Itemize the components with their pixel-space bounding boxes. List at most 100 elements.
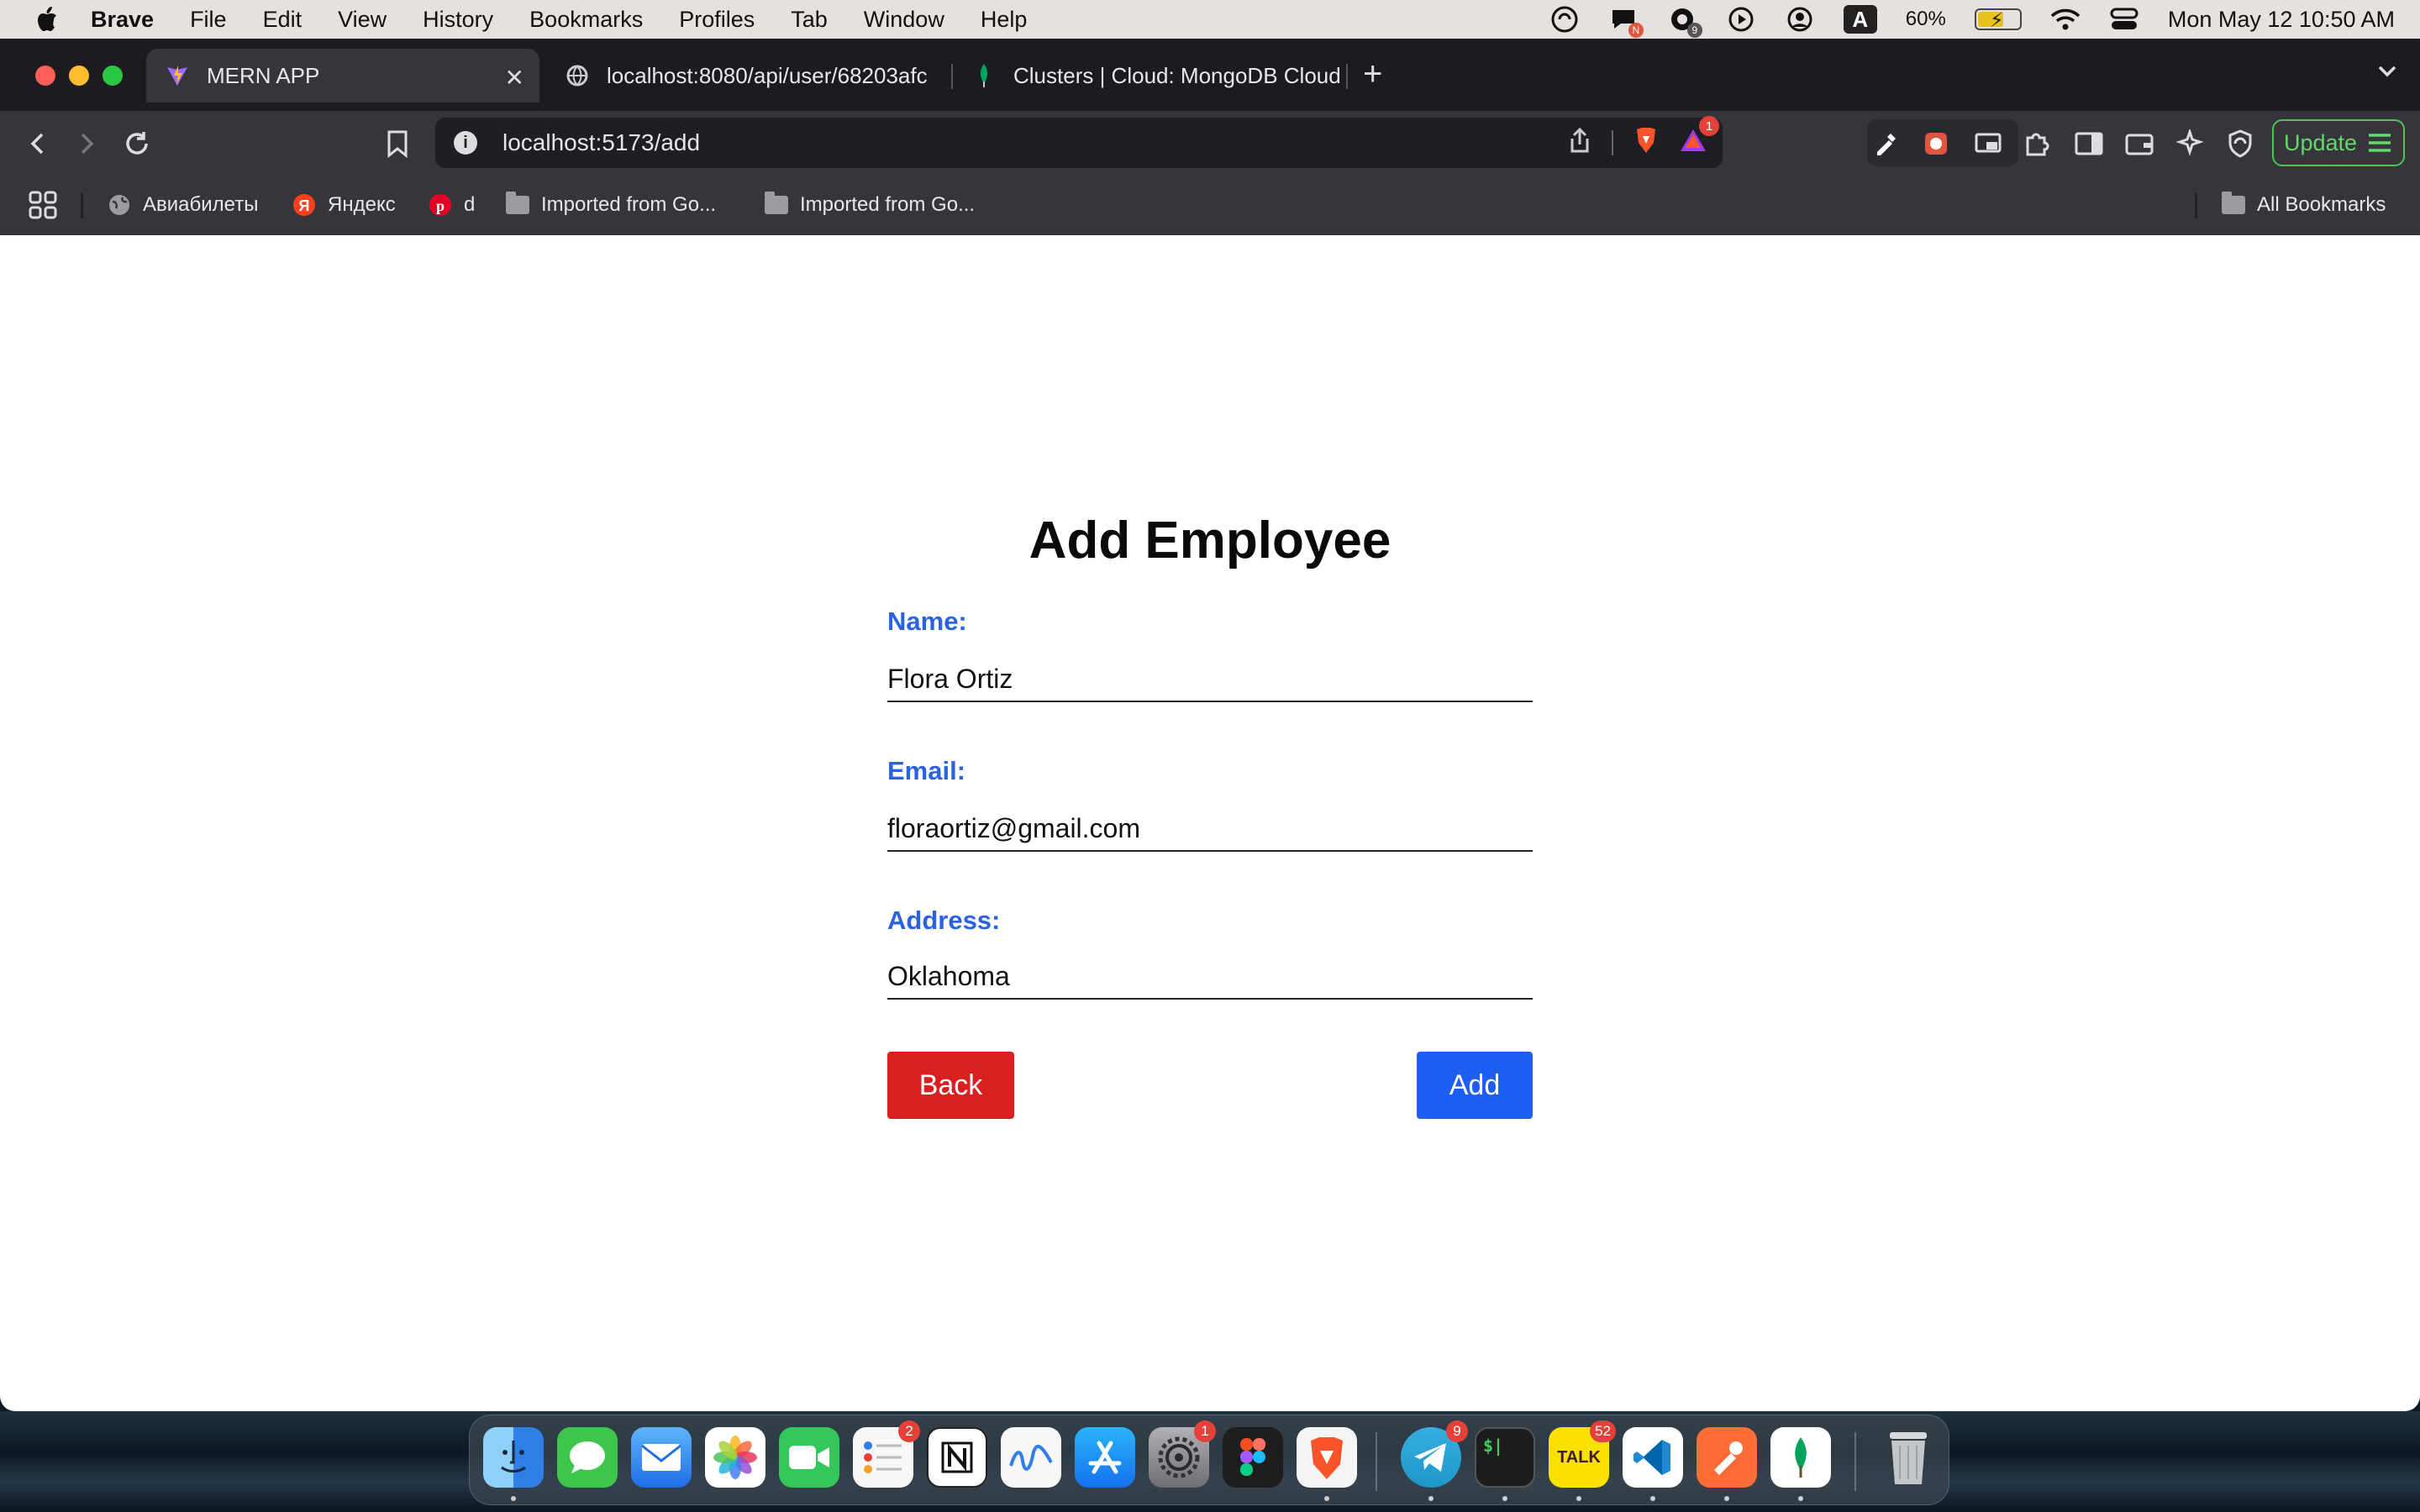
app-store-icon[interactable]	[1075, 1427, 1135, 1488]
finder-icon[interactable]	[483, 1427, 544, 1488]
apple-icon[interactable]	[30, 3, 62, 35]
tab-list-chevron-icon[interactable]	[2375, 59, 2400, 84]
all-bookmarks[interactable]: All Bookmarks	[2222, 190, 2386, 220]
telegram-icon[interactable]: 9	[1401, 1420, 1468, 1488]
name-input[interactable]	[887, 657, 1533, 702]
apps-grid-icon[interactable]	[29, 190, 57, 220]
settings-icon[interactable]: 1	[1149, 1420, 1216, 1488]
bookmark-pinterest[interactable]: p d	[429, 190, 475, 220]
kakaotalk-icon[interactable]: TALK 52	[1549, 1420, 1616, 1488]
copilot-icon[interactable]	[1549, 4, 1580, 34]
user-icon[interactable]	[1785, 4, 1815, 34]
mongodb-icon[interactable]	[1770, 1427, 1831, 1488]
mail-icon[interactable]	[631, 1427, 692, 1488]
extension-red-icon[interactable]	[1919, 127, 1953, 160]
bookmark-label: Imported from Go...	[541, 193, 717, 216]
bookmark-folder-2[interactable]: Imported from Go...	[765, 190, 975, 220]
notion-icon[interactable]	[927, 1427, 987, 1488]
tab-api-user[interactable]: localhost:8080/api/user/68203afc	[565, 49, 928, 102]
web-page: Add Employee Name: Email: Address: Back …	[0, 235, 2420, 1411]
menu-help[interactable]: Help	[981, 7, 1028, 33]
wifi-icon[interactable]	[2050, 4, 2081, 34]
new-tab-button[interactable]: +	[1363, 55, 1382, 93]
menu-file[interactable]: File	[190, 7, 227, 33]
email-label: Email:	[887, 756, 966, 785]
tab-title: MERN APP	[207, 62, 320, 88]
terminal-icon[interactable]: $|	[1475, 1427, 1535, 1488]
reminders-badge: 2	[898, 1420, 920, 1442]
bookmark-yandex[interactable]: Я Яндекс	[292, 190, 396, 220]
bookmark-label: Imported from Go...	[800, 193, 976, 216]
menu-tab[interactable]: Tab	[791, 7, 828, 33]
forward-nav-icon[interactable]	[71, 128, 103, 160]
tab-mern-app[interactable]: MERN APP ✕	[146, 49, 539, 102]
messages-icon[interactable]	[557, 1427, 618, 1488]
sidebar-icon[interactable]	[2072, 127, 2106, 160]
facetime-icon[interactable]	[779, 1427, 839, 1488]
url-text[interactable]: localhost:5173/add	[502, 129, 700, 156]
menu-edit[interactable]: Edit	[263, 7, 302, 33]
brave-alert-badge: 1	[1699, 116, 1719, 136]
bookmark-label: Авиабилеты	[143, 193, 259, 216]
menu-app-name[interactable]: Brave	[91, 7, 154, 33]
url-divider	[1612, 129, 1613, 155]
folder-icon	[2222, 192, 2245, 217]
menu-profiles[interactable]: Profiles	[679, 7, 755, 33]
brave-icon[interactable]	[1297, 1427, 1357, 1488]
picture-in-picture-icon[interactable]	[1971, 127, 2005, 160]
menu-window[interactable]: Window	[864, 7, 944, 33]
bookmark-label: All Bookmarks	[2257, 193, 2386, 216]
figma-icon[interactable]	[1223, 1427, 1283, 1488]
folder-icon	[765, 192, 788, 217]
address-input[interactable]	[887, 954, 1533, 1000]
freeform-icon[interactable]	[1001, 1427, 1061, 1488]
update-button[interactable]: Update	[2272, 119, 2405, 166]
bookmark-icon[interactable]	[381, 128, 413, 160]
battery-icon[interactable]: ⚡	[1974, 8, 2022, 32]
back-button[interactable]: Back	[887, 1052, 1014, 1119]
vscode-icon[interactable]	[1623, 1427, 1683, 1488]
wallet-icon[interactable]	[2123, 127, 2156, 160]
browser-toolbar: i localhost:5173/add 1 Update	[0, 111, 2420, 175]
back-nav-icon[interactable]	[22, 128, 54, 160]
bookmark-aviabilety[interactable]: Авиабилеты	[108, 190, 258, 220]
menu-view[interactable]: View	[338, 7, 387, 33]
leo-ai-icon[interactable]	[2173, 127, 2207, 160]
terminal-glyph: $|	[1483, 1436, 1504, 1456]
address-bar[interactable]: i localhost:5173/add 1	[435, 116, 1723, 168]
close-tab-icon[interactable]: ✕	[505, 64, 524, 92]
vpn-icon[interactable]	[2223, 127, 2257, 160]
tab-mongodb-cloud[interactable]: Clusters | Cloud: MongoDB Cloud	[971, 49, 1341, 102]
vite-icon	[165, 63, 190, 88]
photos-icon[interactable]	[705, 1427, 765, 1488]
bookmark-folder-1[interactable]: Imported from Go...	[506, 190, 716, 220]
site-info-icon[interactable]: i	[454, 131, 477, 155]
control-center-icon[interactable]	[2109, 4, 2139, 34]
add-button[interactable]: Add	[1417, 1052, 1533, 1119]
brave-rewards-icon[interactable]: 1	[1679, 116, 1719, 157]
email-input[interactable]	[887, 806, 1533, 852]
messenger-icon[interactable]: N	[1608, 4, 1644, 38]
zoom-window-button[interactable]	[103, 66, 123, 86]
menu-history[interactable]: History	[423, 7, 493, 33]
close-window-button[interactable]	[35, 66, 55, 86]
color-picker-icon[interactable]	[1869, 127, 1902, 160]
input-source-icon[interactable]: A	[1843, 5, 1877, 34]
kakaotalk-badge: 52	[1590, 1420, 1616, 1442]
share-icon[interactable]	[1568, 127, 1591, 158]
battery-percent: 60%	[1905, 8, 1946, 30]
reminders-icon[interactable]: 2	[853, 1420, 920, 1488]
minimize-window-button[interactable]	[69, 66, 89, 86]
menu-bookmarks[interactable]: Bookmarks	[529, 7, 643, 33]
extensions-puzzle-icon[interactable]	[2020, 127, 2054, 160]
chatgpt-icon[interactable]: 9	[1667, 4, 1702, 38]
play-icon[interactable]	[1726, 4, 1756, 34]
postman-icon[interactable]	[1697, 1427, 1757, 1488]
brave-shields-icon[interactable]	[1634, 126, 1659, 159]
bookmark-label: Яндекс	[328, 193, 396, 216]
clock[interactable]: Mon May 12 10:50 AM	[2168, 7, 2395, 33]
reload-icon[interactable]	[121, 128, 153, 160]
trash-icon[interactable]	[1878, 1427, 1939, 1488]
folder-icon	[506, 192, 529, 217]
globe-icon	[565, 63, 590, 88]
